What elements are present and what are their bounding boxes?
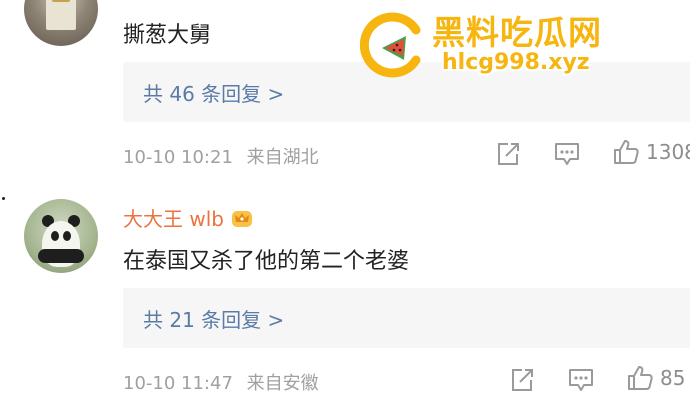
- avatar[interactable]: [24, 0, 98, 46]
- avatar-image-arms: [38, 249, 84, 263]
- username-row[interactable]: 大大王 wlb: [123, 203, 254, 232]
- location: 来自湖北: [246, 147, 319, 168]
- comment-meta: 10-10 11:47 来自安徽: [123, 369, 319, 395]
- share-button[interactable]: [509, 367, 535, 393]
- avatar[interactable]: [24, 199, 98, 273]
- comment-button[interactable]: [553, 141, 581, 167]
- watermelon-logo-icon: [360, 12, 423, 78]
- share-button[interactable]: [495, 141, 521, 167]
- timestamp: 10-10 10:21: [123, 147, 233, 168]
- divider-dot: [2, 197, 5, 200]
- like-count: 85: [660, 366, 686, 390]
- avatar-image-eye-right: [63, 231, 71, 241]
- vip-crown-icon: [231, 210, 252, 227]
- share-icon: [512, 369, 533, 391]
- replies-box[interactable]: 共 21 条回复 >: [123, 288, 690, 348]
- like-count: 1308: [646, 140, 690, 164]
- comment-icon: [555, 143, 579, 165]
- view-replies-link[interactable]: 共 21 条回复 >: [143, 304, 284, 333]
- timestamp: 10-10 11:47: [123, 373, 233, 394]
- like-button[interactable]: 1308: [612, 138, 690, 166]
- share-icon: [498, 143, 519, 165]
- comment-text: 在泰国又杀了他的第二个老婆: [123, 249, 410, 274]
- watermark-url: hlcg998.xyz: [442, 50, 590, 75]
- view-replies-link[interactable]: 共 46 条回复 >: [143, 78, 284, 107]
- comment-meta: 10-10 10:21 来自湖北: [123, 143, 319, 169]
- comment-icon: [569, 369, 593, 391]
- like-icon: [628, 366, 653, 390]
- like-button[interactable]: 85: [626, 364, 685, 392]
- avatar-image: [46, 0, 76, 30]
- like-icon: [614, 140, 639, 164]
- comment-text: 撕葱大舅: [123, 23, 212, 48]
- comment-button[interactable]: [567, 367, 595, 393]
- watermark-title: 黑料吃瓜网: [432, 13, 602, 52]
- username[interactable]: 大大王 wlb: [123, 203, 224, 232]
- location: 来自安徽: [246, 373, 319, 394]
- avatar-image-eye: [51, 231, 59, 241]
